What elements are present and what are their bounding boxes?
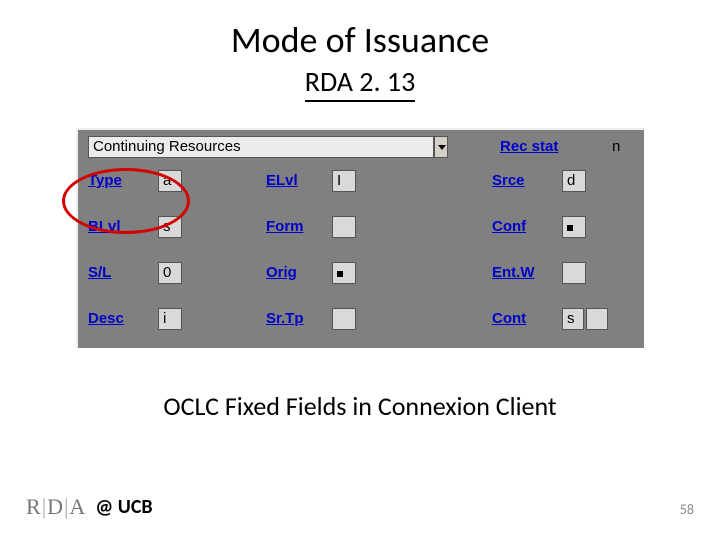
- field-value-entw[interactable]: [562, 262, 586, 284]
- field-label-form[interactable]: Form: [266, 218, 304, 235]
- field-label-blvl[interactable]: BLvl: [88, 218, 121, 235]
- field-value-srce[interactable]: d: [562, 170, 586, 192]
- field-value-desc[interactable]: i: [158, 308, 182, 330]
- footer: R|D|A @ UCB: [26, 494, 153, 520]
- resource-type-field[interactable]: Continuing Resources: [88, 136, 434, 158]
- dot-icon: [567, 225, 573, 231]
- field-value-form[interactable]: [332, 216, 356, 238]
- logo-letter: A: [69, 494, 85, 519]
- slide-title: Mode of Issuance: [0, 18, 720, 62]
- field-value-cont-extra[interactable]: [586, 308, 608, 330]
- field-value-blvl[interactable]: s: [158, 216, 182, 238]
- field-label-entw[interactable]: Ent.W: [492, 264, 535, 281]
- field-label-elvl[interactable]: ELvl: [266, 172, 298, 189]
- rec-stat-value: n: [612, 138, 620, 155]
- rda-ref: RDA 2. 13: [305, 64, 416, 102]
- field-label-srtp[interactable]: Sr.Tp: [266, 310, 304, 327]
- fixed-fields-panel: Continuing Resources Rec stat n Type a E…: [76, 128, 644, 348]
- panel-top-row: Continuing Resources Rec stat n: [86, 136, 636, 160]
- logo-letter: D: [47, 494, 63, 519]
- grid-row: BLvl s Form Conf: [86, 214, 636, 242]
- field-value-srtp[interactable]: [332, 308, 356, 330]
- grid-row: S/L 0 Orig Ent.W: [86, 260, 636, 288]
- logo-letter: R: [26, 494, 41, 519]
- field-label-conf[interactable]: Conf: [492, 218, 526, 235]
- dot-icon: [337, 271, 343, 277]
- page-number: 58: [680, 501, 694, 518]
- slide: Mode of Issuance RDA 2. 13 Continuing Re…: [0, 0, 720, 540]
- field-value-cont[interactable]: s: [562, 308, 584, 330]
- field-label-sl[interactable]: S/L: [88, 264, 111, 281]
- field-value-sl[interactable]: 0: [158, 262, 182, 284]
- footer-text: @ UCB: [95, 495, 152, 519]
- field-label-cont[interactable]: Cont: [492, 310, 526, 327]
- field-value-elvl[interactable]: I: [332, 170, 356, 192]
- field-value-type[interactable]: a: [158, 170, 182, 192]
- rec-stat-label[interactable]: Rec stat: [500, 138, 558, 155]
- field-value-orig[interactable]: [332, 262, 356, 284]
- field-label-desc[interactable]: Desc: [88, 310, 124, 327]
- field-label-orig[interactable]: Orig: [266, 264, 297, 281]
- field-label-srce[interactable]: Srce: [492, 172, 525, 189]
- field-value-conf[interactable]: [562, 216, 586, 238]
- grid-row: Desc i Sr.Tp Cont s: [86, 306, 636, 334]
- fixed-fields-grid: Type a ELvl I Srce d BLvl s Form Conf S/…: [86, 168, 636, 340]
- grid-row: Type a ELvl I Srce d: [86, 168, 636, 196]
- slide-subtitle: RDA 2. 13: [0, 64, 720, 99]
- field-label-type[interactable]: Type: [88, 172, 122, 189]
- slide-caption: OCLC Fixed Fields in Connexion Client: [0, 390, 720, 422]
- rda-logo: R|D|A: [26, 494, 85, 520]
- dropdown-icon[interactable]: [434, 136, 448, 158]
